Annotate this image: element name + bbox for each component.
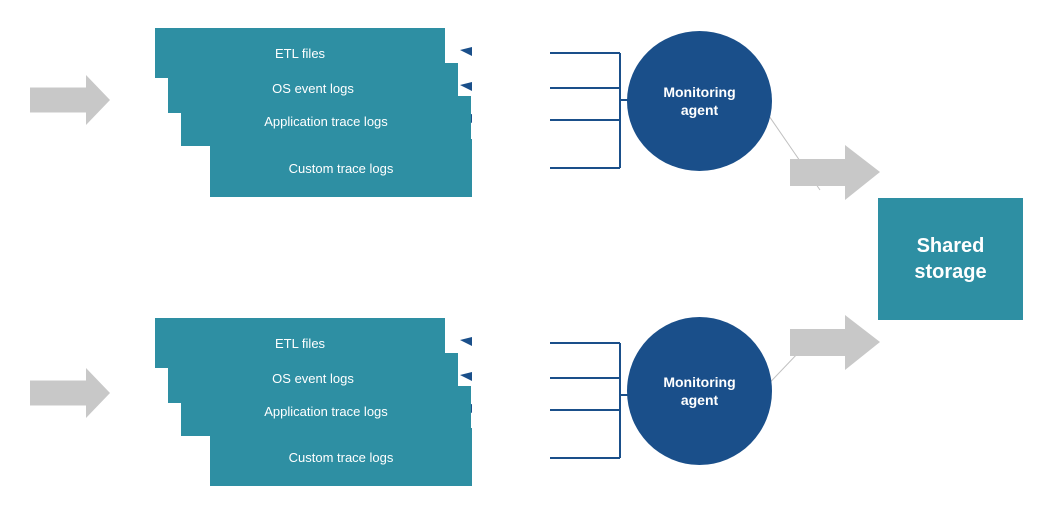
shared-storage-box: Shared storage: [878, 198, 1023, 320]
top-output-arrow-svg: [790, 145, 880, 200]
bottom-agent-circle: Monitoring agent: [627, 317, 772, 465]
bottom-output-arrow: [790, 315, 880, 370]
diagram: ETL files OS event logs Application trac…: [0, 0, 1037, 516]
top-agent-circle: Monitoring agent: [627, 31, 772, 171]
top-output-arrow: [790, 145, 880, 200]
bottom-custom-box: Custom trace logs: [210, 428, 472, 486]
top-input-arrow: [30, 75, 110, 125]
bottom-input-arrow: [30, 368, 110, 418]
bottom-output-arrow-svg: [790, 315, 880, 370]
top-custom-box: Custom trace logs: [210, 139, 472, 197]
